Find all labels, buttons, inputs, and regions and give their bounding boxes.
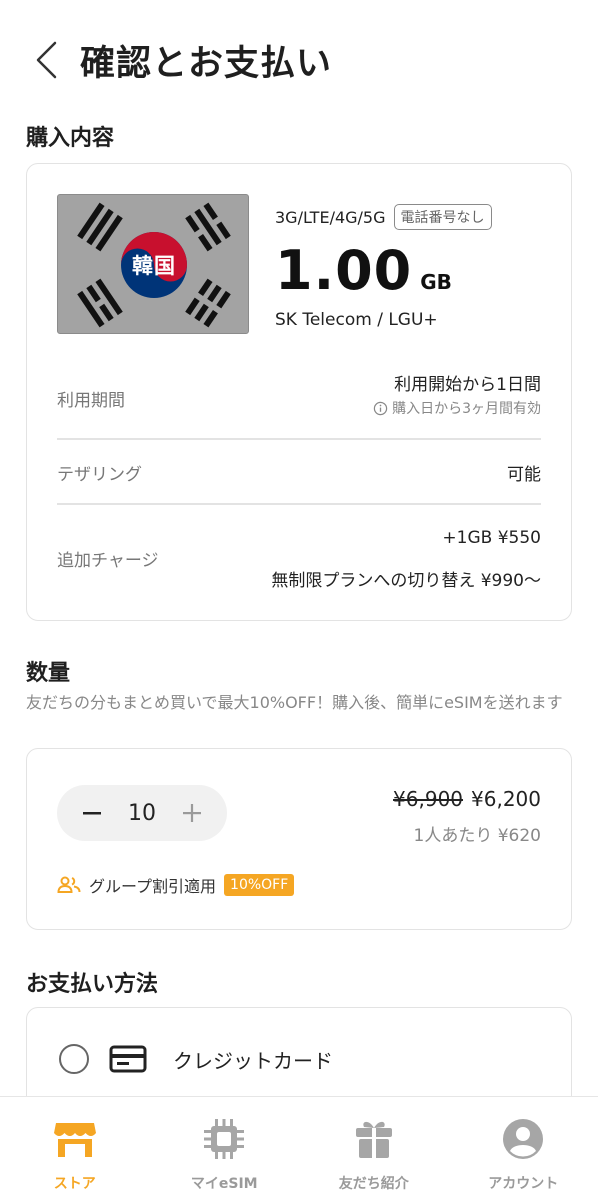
plus-icon <box>183 804 201 822</box>
data-unit: GB <box>420 270 452 294</box>
carrier-name: SK Telecom / LGU+ <box>275 310 438 330</box>
quantity-section-title: 数量 <box>26 661 71 686</box>
checkout-screen: 確認とお支払い 購入内容 韓国 3G/LTE/4G/5G 電話番号なし 1.00… <box>0 0 598 1200</box>
network-types: 3G/LTE/4G/5G 電話番号なし <box>275 204 492 230</box>
chevron-left-icon <box>36 41 57 79</box>
bottom-navigation: ストア マイeSIM 友だち紹介 アカウント <box>0 1096 598 1200</box>
quantity-subtitle: 友だちの分もまとめ買いで最大10%OFF！購入後、簡単にeSIMを送れます <box>26 693 563 712</box>
payment-section-title: お支払い方法 <box>26 972 159 997</box>
validity-note-text: 購入日から3ヶ月間有効 <box>392 401 541 417</box>
topup-label: 追加チャージ <box>57 551 159 571</box>
tethering-row: テザリング 可能 <box>57 460 541 485</box>
no-phone-number-badge: 電話番号なし <box>393 204 492 230</box>
purchase-card: 韓国 3G/LTE/4G/5G 電話番号なし 1.00 GB SK Teleco… <box>26 163 572 621</box>
quantity-value: 10 <box>128 800 156 826</box>
nav-referral-label: 友だち紹介 <box>338 1176 409 1192</box>
gift-icon <box>352 1117 396 1161</box>
store-icon <box>53 1117 97 1161</box>
radio-button[interactable] <box>59 1044 89 1074</box>
credit-card-icon <box>109 1045 147 1073</box>
purchase-section-title: 購入内容 <box>26 126 115 151</box>
data-amount: 1.00 GB <box>275 239 452 302</box>
payment-option-credit-card[interactable]: クレジットカード <box>59 1044 333 1074</box>
per-person-price: 1人あたり ¥620 <box>413 826 541 846</box>
usage-period-value: 利用開始から1日間 <box>394 375 541 395</box>
network-text: 3G/LTE/4G/5G <box>275 207 386 227</box>
nav-my-esim[interactable]: マイeSIM <box>150 1097 300 1200</box>
quantity-card: 10 ¥6,900 ¥6,200 1人あたり ¥620 グループ割引適用 10%O… <box>26 748 572 930</box>
discount-badge: 10%OFF <box>224 874 295 896</box>
korea-flag-image: 韓国 <box>57 194 249 334</box>
tethering-value: 可能 <box>507 465 541 485</box>
usage-period-label: 利用期間 <box>57 391 125 411</box>
nav-store[interactable]: ストア <box>0 1097 150 1200</box>
group-discount-label: グループ割引適用 <box>89 877 217 896</box>
discounted-price: ¥6,200 <box>471 787 541 811</box>
nav-account-label: アカウント <box>488 1176 559 1192</box>
country-label: 韓国 <box>132 254 176 278</box>
decrement-button[interactable] <box>77 798 107 828</box>
nav-referral[interactable]: 友だち紹介 <box>299 1097 449 1200</box>
minus-icon <box>83 812 101 815</box>
topup-row: 追加チャージ +1GB ¥550 無制限プランへの切り替え ¥990〜 <box>57 528 541 591</box>
payment-option-label: クレジットカード <box>173 1048 333 1073</box>
nav-store-label: ストア <box>53 1176 96 1192</box>
tethering-label: テザリング <box>57 465 142 485</box>
unlimited-switch-price: 無制限プランへの切り替え ¥990〜 <box>271 571 541 591</box>
back-button[interactable] <box>26 30 66 90</box>
original-price: ¥6,900 <box>393 787 464 811</box>
divider <box>57 438 541 440</box>
divider <box>57 503 541 505</box>
usage-period-row: 利用期間 利用開始から1日間 購入日から3ヶ月間有効 <box>57 370 541 430</box>
price-display: ¥6,900 ¥6,200 <box>393 787 541 811</box>
nav-my-esim-label: マイeSIM <box>190 1176 258 1192</box>
info-icon <box>373 401 388 415</box>
account-icon <box>501 1117 545 1161</box>
group-discount-row: グループ割引適用 10%OFF <box>57 873 295 897</box>
topup-1gb-price: +1GB ¥550 <box>442 528 541 548</box>
header: 確認とお支払い <box>0 30 598 90</box>
quantity-stepper: 10 <box>57 785 227 841</box>
data-value: 1.00 <box>275 239 413 302</box>
validity-note: 購入日から3ヶ月間有効 <box>373 398 541 418</box>
increment-button[interactable] <box>177 798 207 828</box>
group-icon <box>57 876 81 893</box>
page-title: 確認とお支払い <box>80 43 333 84</box>
nav-account[interactable]: アカウント <box>449 1097 598 1200</box>
chip-icon <box>202 1117 246 1161</box>
